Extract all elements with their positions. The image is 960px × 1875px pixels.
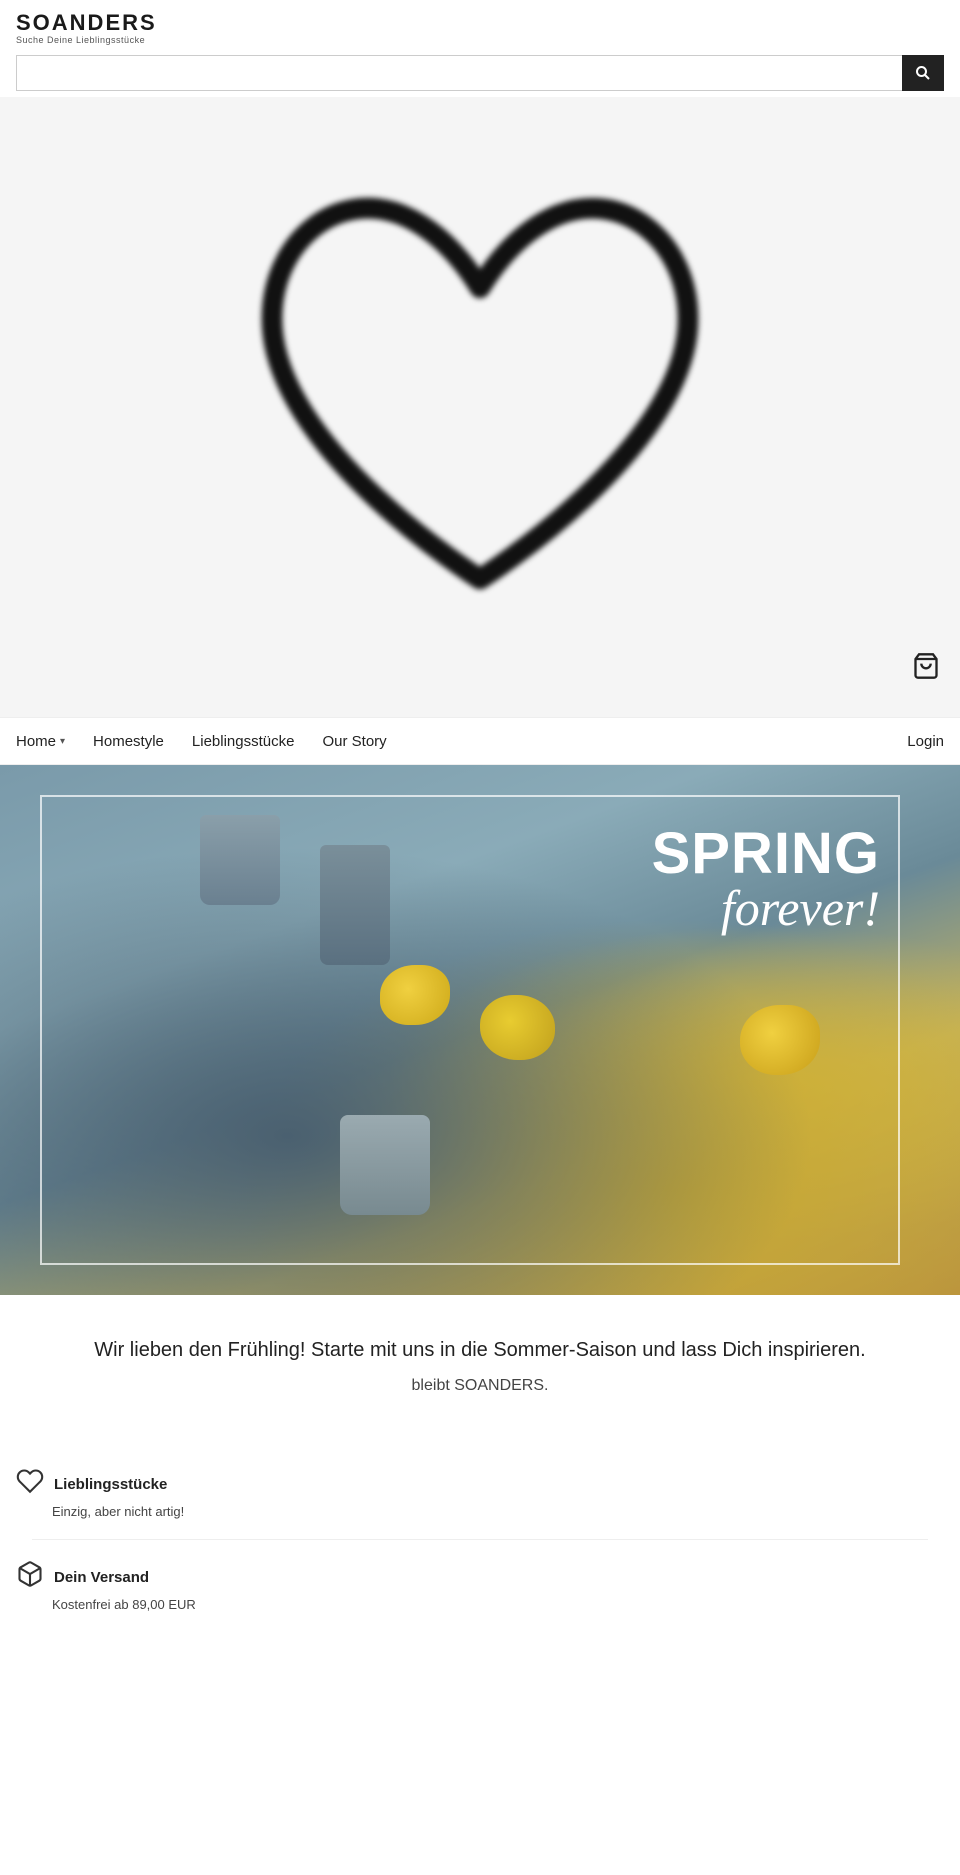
brand-tagline: Suche Deine Lieblingsstücke [16, 36, 157, 45]
hero-banner: SPRING forever! [0, 765, 960, 1295]
nav-our-story-label: Our Story [322, 733, 386, 750]
feature-desc-2: Kostenfrei ab 89,00 EUR [16, 1597, 196, 1612]
heart-image [220, 157, 740, 637]
feature-icon-row-1: Lieblingsstücke [16, 1467, 167, 1502]
banner-text-block: SPRING forever! [652, 825, 880, 933]
nav-login[interactable]: Login [907, 733, 944, 750]
search-input[interactable] [17, 56, 902, 90]
feature-icon-row-2: Dein Versand [16, 1560, 149, 1595]
search-icon [915, 65, 931, 81]
banner-forever-text: forever! [652, 883, 880, 933]
nav-home-label: Home [16, 733, 56, 750]
main-nav: Home ▾ Homestyle Lieblingsstücke Our Sto… [0, 717, 960, 765]
header: SOANDERS Suche Deine Lieblingsstücke [0, 0, 960, 49]
lemon-decoration-2 [480, 995, 555, 1060]
banner-spring-text: SPRING [652, 825, 880, 883]
tagline-main: Wir lieben den Frühling! Starte mit uns … [60, 1335, 900, 1365]
heart-icon [16, 1467, 44, 1502]
banner-scene: SPRING forever! [0, 765, 960, 1295]
cup-decoration-1 [200, 815, 280, 905]
tagline-section: Wir lieben den Frühling! Starte mit uns … [0, 1295, 960, 1415]
nav-homestyle-label: Homestyle [93, 733, 164, 750]
search-input-wrap [16, 55, 902, 91]
feature-desc-1: Einzig, aber nicht artig! [16, 1504, 184, 1519]
brand-name: SOANDERS [16, 12, 157, 34]
feature-title-2: Dein Versand [54, 1569, 149, 1586]
cup-decoration-2 [320, 845, 390, 965]
lemon-decoration-3 [740, 1005, 820, 1075]
chevron-down-icon: ▾ [60, 736, 65, 747]
lemon-decoration-1 [380, 965, 450, 1025]
package-icon [16, 1560, 44, 1595]
features-section: Lieblingsstücke Einzig, aber nicht artig… [0, 1415, 960, 1644]
feature-item-lieblingsstuecke: Lieblingsstücke Einzig, aber nicht artig… [16, 1455, 944, 1531]
feature-title-1: Lieblingsstücke [54, 1476, 167, 1493]
nav-item-lieblingsstuecke[interactable]: Lieblingsstücke [192, 733, 295, 750]
feature-item-versand: Dein Versand Kostenfrei ab 89,00 EUR [16, 1548, 944, 1624]
hero-heart-section [0, 97, 960, 717]
cart-icon-area[interactable] [912, 652, 940, 687]
search-bar [0, 49, 960, 97]
nav-lieblingsstuecke-label: Lieblingsstücke [192, 733, 295, 750]
cup-decoration-3 [340, 1115, 430, 1215]
nav-item-homestyle[interactable]: Homestyle [93, 733, 164, 750]
tagline-sub: bleibt SOANDERS. [60, 1377, 900, 1395]
divider-1 [32, 1539, 928, 1540]
nav-item-home[interactable]: Home ▾ [16, 733, 65, 750]
nav-item-our-story[interactable]: Our Story [322, 733, 386, 750]
search-button[interactable] [902, 55, 944, 91]
cart-icon [912, 652, 940, 680]
logo[interactable]: SOANDERS Suche Deine Lieblingsstücke [16, 12, 157, 45]
